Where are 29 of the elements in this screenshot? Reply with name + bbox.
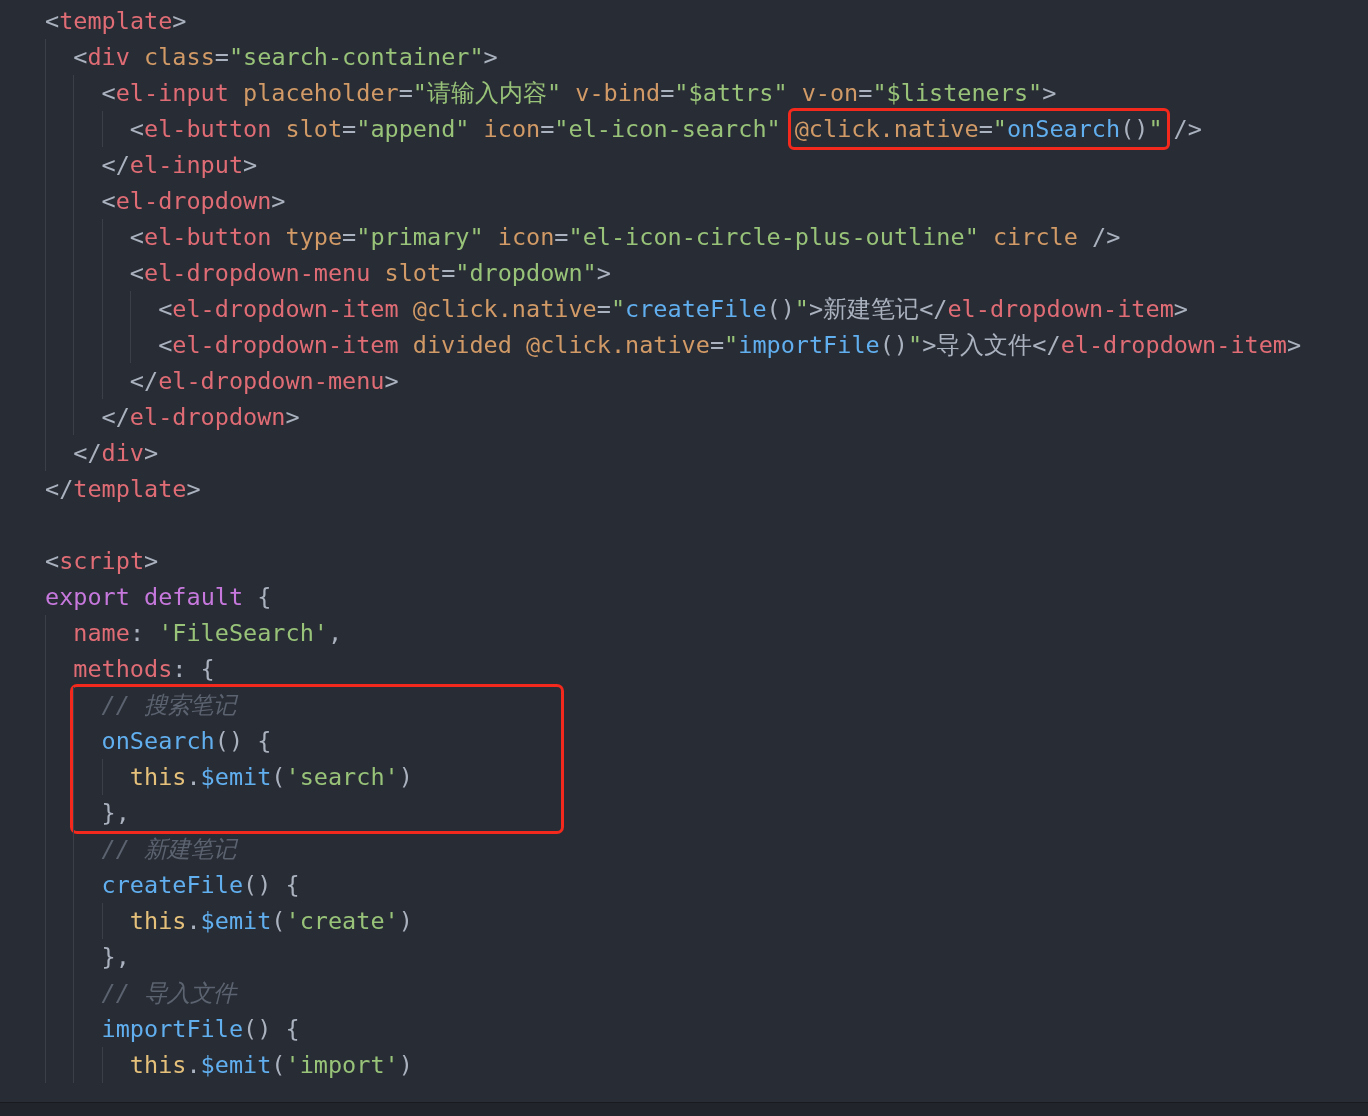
code-line: <el-input placeholder="请输入内容" v-bind="$attrs" v-on="$listeners">: [101, 78, 1057, 109]
code-line: this.$emit('search'): [129, 762, 413, 793]
code-line: />: [1173, 114, 1202, 145]
code-line: },: [101, 798, 130, 829]
code-line: methods: {: [73, 654, 215, 685]
code-line: </el-dropdown>: [101, 402, 300, 433]
code-line: importFile() {: [101, 1014, 300, 1045]
code-line: </el-dropdown-menu>: [129, 366, 399, 397]
code-line: <el-dropdown-menu slot="dropdown">: [129, 258, 611, 289]
code-line: name: 'FileSearch',: [73, 618, 343, 649]
code-line: onSearch() {: [101, 726, 272, 757]
code-line: <script>: [45, 546, 159, 577]
code-line: </template>: [45, 474, 201, 505]
code-line: // 导入文件: [101, 978, 236, 1009]
code-line: <div class="search-container">: [73, 42, 498, 73]
code-line: <el-dropdown-item divided @click.native="importFile()">导入文件</el-dropdown-item>: [158, 330, 1302, 361]
code-line: this.$emit('create'): [129, 906, 413, 937]
code-line: },: [101, 942, 130, 973]
code-line: <template>: [45, 6, 187, 37]
highlight-box: @click.native="onSearch()": [787, 108, 1170, 150]
code-line: </div>: [73, 438, 159, 469]
code-line: </el-input>: [101, 150, 258, 181]
code-line: createFile() {: [101, 870, 300, 901]
code-line: <el-button slot="append" icon="el-icon-search": [129, 114, 781, 145]
code-line: this.$emit('import'): [129, 1050, 413, 1081]
code-line: export default {: [45, 582, 272, 613]
code-line: <el-button type="primary" icon="el-icon-circle-plus-outline" circle />: [129, 222, 1121, 253]
code-line: <el-dropdown-item @click.native="createFile()">新建笔记</el-dropdown-item>: [158, 294, 1188, 325]
code-line: <el-dropdown>: [101, 186, 286, 217]
